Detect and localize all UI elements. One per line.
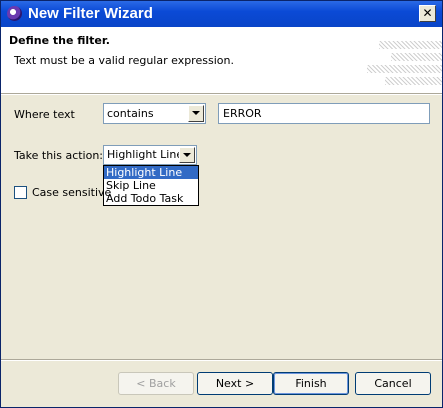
action-selected-value: Highlight Line xyxy=(107,148,184,161)
where-text-label: Where text xyxy=(14,108,75,121)
header-banner-graphic xyxy=(391,53,442,61)
window-title: New Filter Wizard xyxy=(28,5,153,22)
next-button[interactable]: Next > xyxy=(197,372,273,395)
header-banner-graphic xyxy=(367,65,442,73)
wizard-header: Define the filter. Text must be a valid … xyxy=(1,27,442,93)
button-bar-separator xyxy=(1,359,442,361)
close-icon[interactable]: ✕ xyxy=(419,5,436,22)
eclipse-icon xyxy=(7,6,22,21)
dropdown-option[interactable]: Add Todo Task xyxy=(104,192,198,205)
chevron-down-icon[interactable] xyxy=(179,147,195,163)
case-sensitive-checkbox[interactable] xyxy=(14,186,27,199)
where-text-mode-select[interactable]: contains xyxy=(103,103,206,124)
case-sensitive-label[interactable]: Case sensitive xyxy=(32,186,111,199)
action-select[interactable]: Highlight Line xyxy=(103,145,197,165)
where-text-input-value: ERROR xyxy=(223,107,262,120)
where-text-input[interactable]: ERROR xyxy=(218,103,430,124)
title-bar[interactable]: New Filter Wizard ✕ xyxy=(1,1,442,27)
chevron-down-icon[interactable] xyxy=(188,105,204,122)
finish-button[interactable]: Finish xyxy=(273,372,349,395)
cancel-button[interactable]: Cancel xyxy=(355,372,431,395)
where-text-mode-value: contains xyxy=(107,107,154,120)
header-message: Text must be a valid regular expression. xyxy=(14,54,234,67)
wizard-window: New Filter Wizard ✕ Define the filter. T… xyxy=(0,0,443,408)
header-title: Define the filter. xyxy=(9,34,110,47)
action-dropdown-list: Highlight Line Skip Line Add Todo Task xyxy=(103,165,199,206)
back-button[interactable]: < Back xyxy=(118,372,194,395)
header-banner-graphic xyxy=(385,77,442,85)
dropdown-option[interactable]: Skip Line xyxy=(104,179,198,192)
dropdown-option[interactable]: Highlight Line xyxy=(104,166,198,179)
action-label: Take this action: xyxy=(14,149,104,162)
header-separator xyxy=(1,93,442,95)
header-banner-graphic xyxy=(379,41,442,49)
